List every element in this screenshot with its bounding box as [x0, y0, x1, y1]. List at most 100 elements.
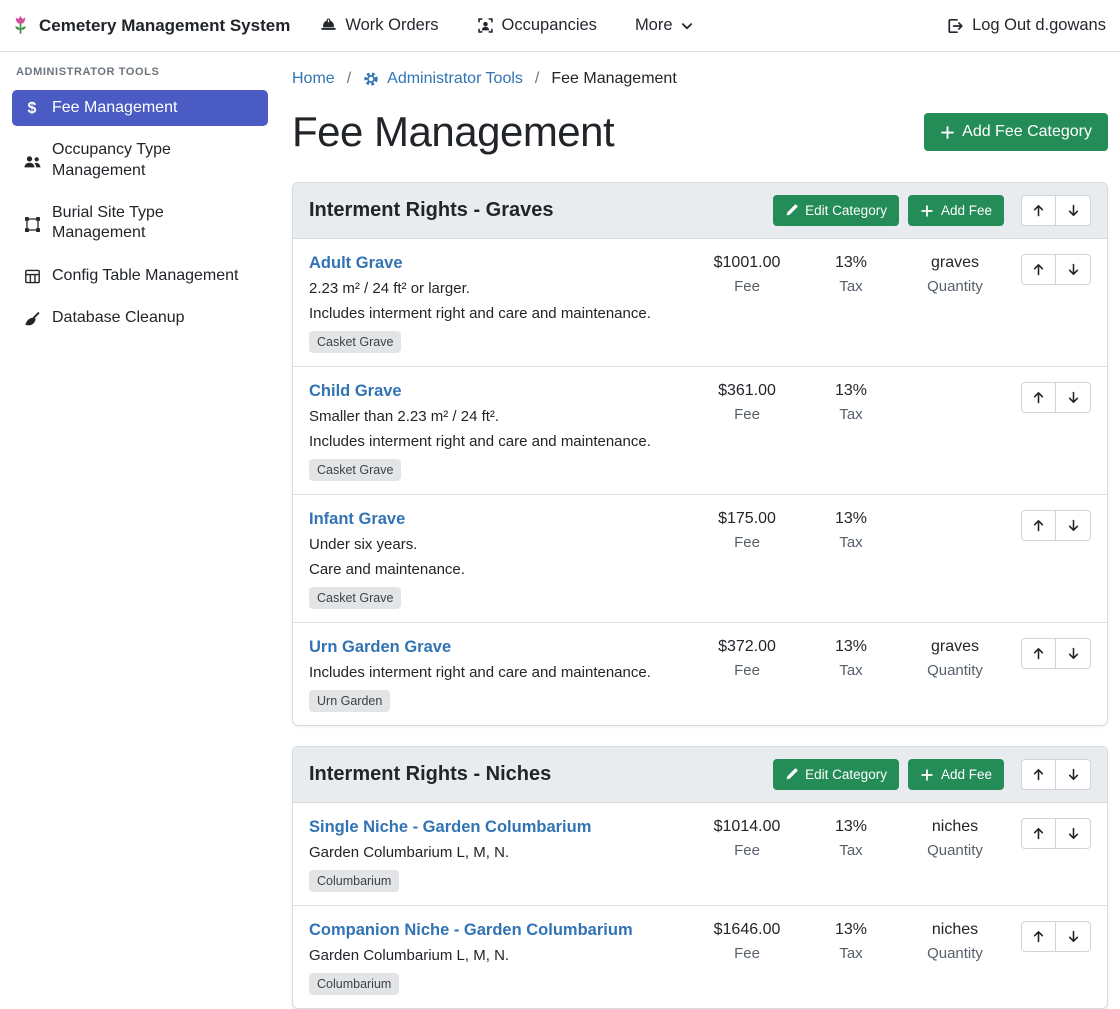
add-fee-button[interactable]: Add Fee	[908, 759, 1004, 790]
fee-type-badge: Columbarium	[309, 973, 399, 995]
fee-quantity-col: graves Quantity	[903, 254, 1007, 295]
fee-amount-value: $175.00	[695, 510, 799, 528]
move-fee-up-button[interactable]	[1021, 382, 1056, 413]
fee-type-badge: Casket Grave	[309, 587, 401, 609]
sidebar-item-fee-management[interactable]: $ Fee Management	[12, 90, 268, 126]
category-actions: Edit Category Add Fee	[773, 759, 1091, 790]
pencil-icon	[785, 204, 798, 217]
fee-amount-col: $1001.00 Fee	[695, 254, 799, 295]
fee-name-link[interactable]: Infant Grave	[309, 510, 405, 529]
breadcrumb-admin-tools-link[interactable]: Administrator Tools	[363, 70, 523, 88]
sidebar-item-label: Config Table Management	[52, 266, 239, 286]
fee-amount-col: $175.00 Fee	[695, 510, 799, 551]
fee-amount-col: $1014.00 Fee	[695, 818, 799, 859]
category-fee-list: Adult Grave 2.23 m² / 24 ft² or larger. I…	[293, 239, 1107, 725]
fee-tax-label: Tax	[799, 662, 903, 679]
arrow-up-icon	[1031, 929, 1046, 944]
fee-amount-col: $372.00 Fee	[695, 638, 799, 679]
fee-tax-label: Tax	[799, 945, 903, 962]
move-fee-up-button[interactable]	[1021, 921, 1056, 952]
fee-amount-value: $1646.00	[695, 921, 799, 939]
fee-amount-label: Fee	[695, 534, 799, 551]
sidebar: ADMINISTRATOR TOOLS $ Fee Management Occ…	[0, 52, 280, 939]
move-category-up-button[interactable]	[1021, 759, 1056, 790]
fee-quantity-value: niches	[903, 818, 1007, 836]
move-fee-up-button[interactable]	[1021, 638, 1056, 669]
move-category-down-button[interactable]	[1056, 195, 1091, 226]
fee-reorder-actions	[1007, 382, 1091, 413]
nav-occupancies[interactable]: Occupancies	[477, 16, 597, 35]
fee-row-urn-garden-grave: Urn Garden Grave Includes interment righ…	[293, 623, 1107, 725]
move-fee-down-button[interactable]	[1056, 510, 1091, 541]
sidebar-nav: $ Fee Management Occupancy Type Manageme…	[12, 90, 268, 336]
move-fee-down-button[interactable]	[1056, 818, 1091, 849]
move-category-down-button[interactable]	[1056, 759, 1091, 790]
fee-tax-col: 13% Tax	[799, 254, 903, 295]
fee-quantity-value: graves	[903, 638, 1007, 656]
fee-name-link[interactable]: Adult Grave	[309, 254, 403, 273]
category-title: Interment Rights - Niches	[309, 763, 551, 786]
edit-category-button[interactable]: Edit Category	[773, 759, 899, 790]
logout-link[interactable]: Log Out d.gowans	[946, 16, 1106, 35]
table-icon	[22, 268, 42, 286]
add-fee-category-button[interactable]: Add Fee Category	[924, 113, 1108, 151]
fee-details: Child Grave Smaller than 2.23 m² / 24 ft…	[309, 382, 695, 481]
move-category-up-button[interactable]	[1021, 195, 1056, 226]
sidebar-item-burial-site-type-management[interactable]: Burial Site Type Management	[12, 195, 268, 252]
fee-tax-value: 13%	[799, 382, 903, 400]
category-actions: Edit Category Add Fee	[773, 195, 1091, 226]
add-fee-label: Add Fee	[941, 203, 992, 218]
fee-amount-label: Fee	[695, 662, 799, 679]
nav-work-orders[interactable]: Work Orders	[320, 16, 438, 35]
fee-quantity-col: niches Quantity	[903, 921, 1007, 962]
arrow-down-icon	[1066, 518, 1081, 533]
move-fee-down-button[interactable]	[1056, 921, 1091, 952]
person-bounding-box-icon	[477, 17, 494, 34]
topbar: Cemetery Management System Work Orders	[0, 0, 1120, 52]
add-fee-button[interactable]: Add Fee	[908, 195, 1004, 226]
fee-description: Includes interment right and care and ma…	[309, 664, 683, 681]
fee-name-link[interactable]: Child Grave	[309, 382, 402, 401]
fee-reorder-actions	[1007, 254, 1091, 285]
fee-reorder-actions	[1007, 510, 1091, 541]
bounding-box-icon	[22, 205, 42, 244]
arrow-down-icon	[1066, 262, 1081, 277]
move-fee-down-button[interactable]	[1056, 638, 1091, 669]
arrow-down-icon	[1066, 646, 1081, 661]
fee-name-link[interactable]: Companion Niche - Garden Columbarium	[309, 921, 633, 940]
fee-amount-col: $361.00 Fee	[695, 382, 799, 423]
arrow-down-icon	[1066, 826, 1081, 841]
sidebar-item-config-table-management[interactable]: Config Table Management	[12, 258, 268, 294]
arrow-down-icon	[1066, 203, 1081, 218]
fee-name-link[interactable]: Single Niche - Garden Columbarium	[309, 818, 591, 837]
sidebar-item-occupancy-type-management[interactable]: Occupancy Type Management	[12, 132, 268, 189]
arrow-down-icon	[1066, 390, 1081, 405]
nav-more[interactable]: More	[635, 16, 693, 35]
edit-category-button[interactable]: Edit Category	[773, 195, 899, 226]
sidebar-item-label: Occupancy Type Management	[52, 140, 258, 181]
fee-description: Under six years.	[309, 536, 683, 553]
fee-row-single-niche-garden-columbarium: Single Niche - Garden Columbarium Garden…	[293, 803, 1107, 906]
move-fee-up-button[interactable]	[1021, 818, 1056, 849]
move-fee-down-button[interactable]	[1056, 254, 1091, 285]
add-fee-label: Add Fee	[941, 767, 992, 782]
fee-quantity-col: graves Quantity	[903, 638, 1007, 679]
move-fee-up-button[interactable]	[1021, 510, 1056, 541]
breadcrumb-home-link[interactable]: Home	[292, 70, 335, 88]
fee-quantity-label: Quantity	[903, 662, 1007, 679]
edit-category-label: Edit Category	[805, 203, 887, 218]
fee-type-badge: Casket Grave	[309, 459, 401, 481]
fee-description: Garden Columbarium L, M, N.	[309, 947, 683, 964]
fee-description: 2.23 m² / 24 ft² or larger.	[309, 280, 683, 297]
arrow-down-icon	[1066, 767, 1081, 782]
logout-icon	[946, 17, 964, 35]
fee-amount-label: Fee	[695, 842, 799, 859]
move-fee-down-button[interactable]	[1056, 382, 1091, 413]
plus-icon	[940, 125, 955, 140]
category-card-interment-rights-niches: Interment Rights - Niches Edit Category …	[292, 746, 1108, 1009]
sidebar-item-database-cleanup[interactable]: Database Cleanup	[12, 300, 268, 336]
fee-name-link[interactable]: Urn Garden Grave	[309, 638, 451, 657]
hard-hat-icon	[320, 17, 337, 34]
move-fee-up-button[interactable]	[1021, 254, 1056, 285]
app-brand[interactable]: Cemetery Management System	[10, 15, 290, 36]
